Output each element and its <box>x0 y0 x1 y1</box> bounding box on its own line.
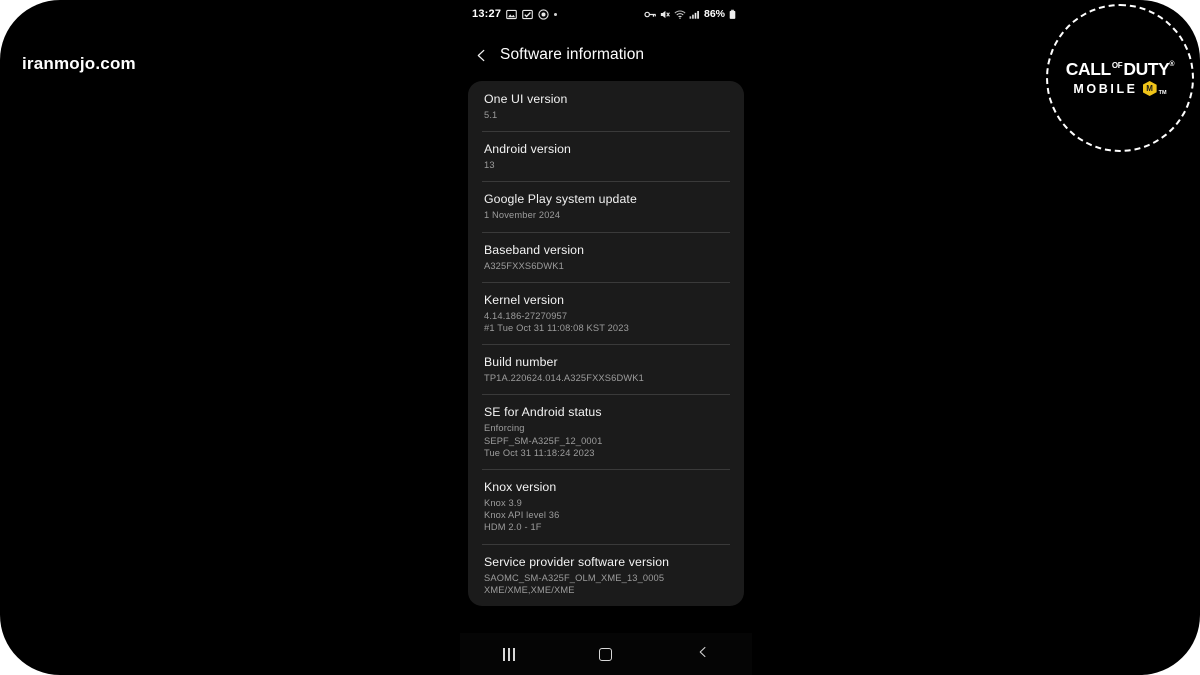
dot-icon <box>554 12 558 16</box>
hexagon-badge-icon: M <box>1142 81 1157 96</box>
logo-title-line: CALL OF DUTY ® <box>1060 60 1180 78</box>
list-item-value: #1 Tue Oct 31 11:08:08 KST 2023 <box>484 323 629 334</box>
record-icon <box>538 8 549 20</box>
signal-icon <box>689 9 700 20</box>
list-item-title: SE for Android status <box>484 405 602 420</box>
logo-word-of: OF <box>1111 61 1123 70</box>
list-item-title: Kernel version <box>484 292 565 307</box>
back-chevron-icon <box>696 645 710 664</box>
status-bar-left: 13:27 <box>472 8 558 20</box>
list-item-title: Android version <box>484 142 571 157</box>
logo-word-mobile: MOBILE <box>1073 81 1138 96</box>
list-item-value: 13 <box>484 160 495 171</box>
wifi-icon <box>674 9 686 20</box>
status-bar: 13:27 86% <box>460 0 752 28</box>
list-item-title: Baseband version <box>484 242 585 257</box>
list-item[interactable]: Android version 13 <box>468 131 744 181</box>
mute-icon <box>659 9 670 20</box>
vpn-key-icon <box>644 9 656 20</box>
list-item[interactable]: One UI version 5.1 <box>468 81 744 131</box>
list-item[interactable]: Build number TP1A.220624.014.A325FXXS6DW… <box>468 344 744 394</box>
list-item-value: A325FXXS6DWK1 <box>484 260 564 271</box>
list-item[interactable]: Service provider software version SAOMC_… <box>468 543 744 606</box>
image-icon <box>506 9 517 20</box>
logo-word-duty: DUTY <box>1123 59 1170 79</box>
status-time: 13:27 <box>472 8 502 20</box>
page-title: Software information <box>500 46 645 63</box>
logo-content: CALL OF DUTY ® MOBILE M TM <box>1060 60 1180 96</box>
site-watermark: iranmojo.com <box>22 54 136 73</box>
list-item-value: 4.14.186-27270957 <box>484 310 568 321</box>
list-item-value: 1 November 2024 <box>484 210 561 221</box>
list-item-value: SAOMC_SM-A325F_OLM_XME_13_0005 <box>484 572 665 583</box>
battery-icon <box>729 9 740 20</box>
list-item-value: XME/XME,XME/XME <box>484 584 575 595</box>
home-icon <box>599 647 613 661</box>
back-button[interactable] <box>680 639 726 669</box>
black-plate: iranmojo.com 13:27 86% Software informat… <box>0 0 1200 675</box>
recents-icon <box>502 647 515 661</box>
registered-mark-icon: ® <box>1169 61 1175 68</box>
list-item-title: Knox version <box>484 480 557 495</box>
status-bar-right: 86% <box>644 8 740 20</box>
list-item[interactable]: SE for Android status Enforcing SEPF_SM-… <box>468 394 744 469</box>
list-item-title: Google Play system update <box>484 192 637 207</box>
phone-screen: 13:27 86% Software information One UI ve… <box>460 0 752 675</box>
list-item-value: Tue Oct 31 11:18:24 2023 <box>484 447 595 458</box>
list-item[interactable]: Baseband version A325FXXS6DWK1 <box>468 231 744 282</box>
list-item-value: TP1A.220624.014.A325FXXS6DWK1 <box>484 373 644 384</box>
list-item-value: Knox API level 36 <box>484 510 560 521</box>
software-info-card: One UI version 5.1 Android version 13 Go… <box>468 81 744 607</box>
list-item-title: One UI version <box>484 92 568 106</box>
recents-button[interactable] <box>486 639 532 669</box>
home-button[interactable] <box>583 639 629 669</box>
back-arrow-icon[interactable] <box>470 44 492 66</box>
checkbox-icon <box>522 9 533 20</box>
trademark-mark-icon: TM <box>1158 89 1167 96</box>
list-item-title: Build number <box>484 355 558 370</box>
list-item-value: SEPF_SM-A325F_12_0001 <box>484 435 603 446</box>
logo-subtitle-line: MOBILE M TM <box>1060 81 1180 96</box>
list-item[interactable]: Google Play system update 1 November 202… <box>468 181 744 231</box>
call-of-duty-mobile-logo: CALL OF DUTY ® MOBILE M TM <box>1046 4 1194 152</box>
list-item-value: HDM 2.0 - 1F <box>484 522 542 533</box>
list-item-title: Service provider software version <box>484 554 670 569</box>
logo-word-call: CALL <box>1065 59 1111 79</box>
list-item-value: Enforcing <box>484 423 525 434</box>
list-item-value: 5.1 <box>484 110 498 120</box>
battery-percent: 86% <box>703 8 725 20</box>
hexagon-badge-letter: M <box>1146 84 1153 93</box>
title-bar: Software information <box>460 34 752 76</box>
list-item[interactable]: Knox version Knox 3.9 Knox API level 36 … <box>468 469 744 544</box>
list-item-value: Knox 3.9 <box>484 498 522 509</box>
list-item[interactable]: Kernel version 4.14.186-27270957 #1 Tue … <box>468 281 744 344</box>
navigation-bar <box>460 633 752 675</box>
screenshot-canvas: iranmojo.com 13:27 86% Software informat… <box>0 0 1200 675</box>
